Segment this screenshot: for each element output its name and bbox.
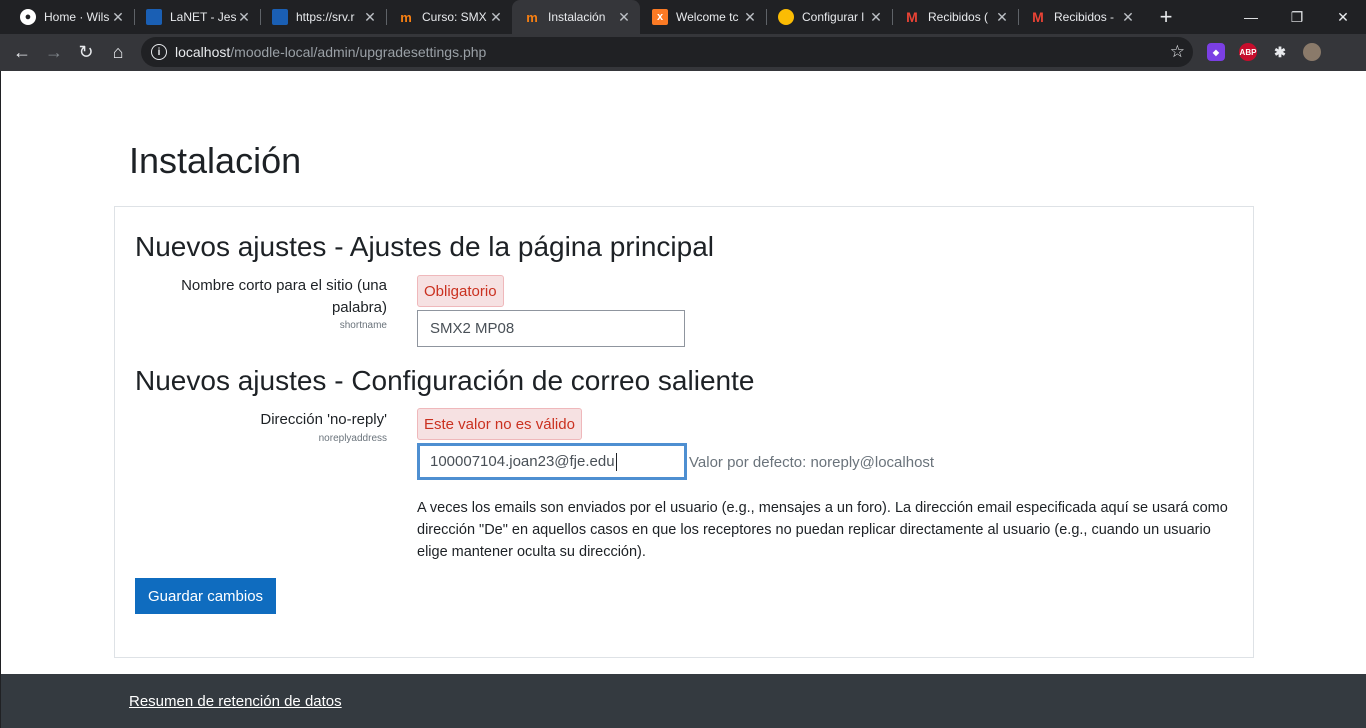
tab-gmail-1[interactable]: M Recibidos ( ✕ (892, 0, 1018, 34)
invalid-value-badge: Este valor no es válido (417, 408, 582, 440)
tab-title: Welcome tc (676, 10, 739, 24)
forward-button[interactable]: → (40, 38, 68, 66)
close-icon[interactable]: ✕ (868, 9, 884, 26)
xampp-icon: x (652, 9, 668, 25)
minimize-button[interactable]: — (1228, 0, 1274, 34)
github-icon: ● (20, 9, 36, 25)
close-icon[interactable]: ✕ (236, 9, 252, 26)
tab-title: Recibidos - (1054, 10, 1115, 24)
tab-title: Recibidos ( (928, 10, 989, 24)
noreply-value: 100007104.joan23@fje.edu (430, 453, 615, 470)
reload-button[interactable]: ↻ (72, 38, 100, 66)
shortname-label: Nombre corto para el sitio (una palabra) (181, 277, 387, 316)
page-title: Instalación (129, 140, 302, 181)
avatar[interactable] (1303, 43, 1321, 61)
tab-instalacion[interactable]: m Instalación ✕ (512, 0, 640, 34)
noreply-sublabel: noreplyaddress (318, 433, 387, 444)
close-icon[interactable]: ✕ (1120, 9, 1136, 26)
shortname-value: SMX2 MP08 (430, 320, 515, 337)
tab-srv[interactable]: https://srv.r ✕ (260, 0, 386, 34)
restore-button[interactable]: ❐ (1274, 0, 1320, 34)
tab-title: Home · Wils (44, 10, 110, 24)
tab-title: LaNET - Jes (170, 10, 236, 24)
close-icon[interactable]: ✕ (362, 9, 378, 26)
address-bar[interactable]: i localhost/moodle-local/admin/upgradese… (141, 37, 1193, 67)
text-caret (615, 452, 617, 471)
bulb-icon (778, 9, 794, 25)
tab-xampp[interactable]: x Welcome tc ✕ (640, 0, 766, 34)
save-button[interactable]: Guardar cambios (135, 578, 277, 614)
tab-title: Configurar l (802, 10, 865, 24)
new-tab-button[interactable]: + (1152, 0, 1180, 34)
noreply-description: A veces los emails son enviados por el u… (417, 500, 1228, 560)
noreply-input[interactable]: 100007104.joan23@fje.edu (417, 443, 687, 480)
tab-github[interactable]: ● Home · Wils ✕ (8, 0, 134, 34)
moodle-icon: m (526, 9, 538, 25)
tab-strip: ● Home · Wils ✕ LaNET - Jes ✕ https://sr… (0, 0, 1366, 34)
back-button[interactable]: ← (8, 38, 36, 66)
browser-toolbar: ← → ↻ ⌂ i localhost/moodle-local/admin/u… (0, 34, 1366, 71)
url-host: localhost (175, 44, 231, 60)
lanet-icon (272, 9, 288, 25)
shortname-input[interactable]: SMX2 MP08 (417, 310, 685, 347)
shortname-sublabel: shortname (339, 320, 387, 331)
site-info-icon[interactable]: i (151, 44, 167, 60)
tab-title: https://srv.r (296, 10, 355, 24)
page-content: Instalación Nuevos ajustes - Ajustes de … (0, 71, 1366, 728)
settings-card: Nuevos ajustes - Ajustes de la página pr… (114, 206, 1254, 658)
tab-configurar[interactable]: Configurar l ✕ (766, 0, 892, 34)
close-icon[interactable]: ✕ (488, 9, 504, 26)
noreply-label: Dirección 'no-reply' (260, 411, 387, 428)
lanet-icon (146, 9, 162, 25)
close-icon[interactable]: ✕ (110, 9, 126, 26)
tab-lanet[interactable]: LaNET - Jes ✕ (134, 0, 260, 34)
footer: Resumen de retención de datos (1, 674, 1366, 728)
default-value-hint: Valor por defecto: noreply@localhost (689, 454, 935, 471)
url-text[interactable]: localhost/moodle-local/admin/upgradesett… (175, 44, 486, 60)
close-icon[interactable]: ✕ (994, 9, 1010, 26)
section-heading-mail: Nuevos ajustes - Configuración de correo… (135, 365, 755, 396)
adblock-label: ABP (1239, 47, 1257, 57)
bookmark-star-icon[interactable]: ☆ (1170, 42, 1185, 62)
tab-gmail-2[interactable]: M Recibidos - ✕ (1018, 0, 1144, 34)
tab-title: Instalación (548, 10, 606, 24)
puzzle-icon[interactable]: ✱ (1271, 43, 1289, 61)
tab-curso[interactable]: m Curso: SMX ✕ (386, 0, 512, 34)
required-badge: Obligatorio (417, 275, 504, 307)
extension-icon[interactable]: ◆ (1207, 43, 1225, 61)
close-icon[interactable]: ✕ (616, 9, 632, 26)
data-retention-link[interactable]: Resumen de retención de datos (129, 693, 342, 710)
section-heading-frontpage: Nuevos ajustes - Ajustes de la página pr… (135, 231, 715, 262)
close-window-button[interactable]: ✕ (1320, 0, 1366, 34)
close-icon[interactable]: ✕ (742, 9, 758, 26)
tab-title: Curso: SMX (422, 10, 487, 24)
gmail-icon: M (906, 9, 918, 25)
moodle-icon: m (400, 9, 412, 25)
home-button[interactable]: ⌂ (104, 38, 132, 66)
gmail-icon: M (1032, 9, 1044, 25)
url-path: /moodle-local/admin/upgradesettings.php (230, 44, 487, 60)
adblock-icon[interactable]: ABP (1239, 43, 1257, 61)
